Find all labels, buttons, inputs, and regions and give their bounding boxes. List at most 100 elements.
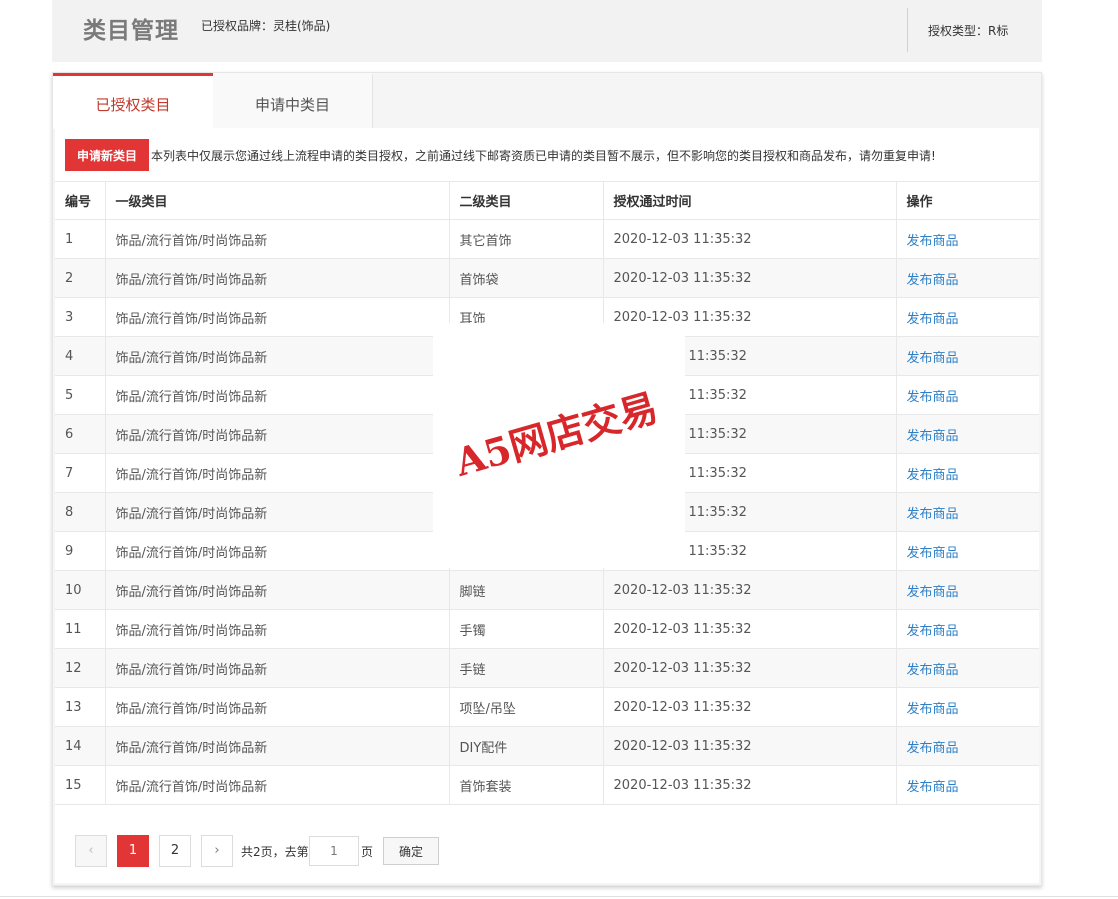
cell-approval-time: 2020-12-03 11:35:32 — [602, 648, 896, 688]
cell-secondary-category: 手镯 — [448, 609, 603, 649]
cell-number: 7 — [55, 453, 105, 493]
cell-number: 5 — [55, 375, 105, 415]
publish-product-link[interactable]: 发布商品 — [907, 507, 959, 522]
cell-approval-time: 2020-12-03 11:35:32 — [602, 609, 896, 649]
publish-product-link[interactable]: 发布商品 — [907, 702, 959, 717]
table-header-row: 编号 一级类目 二级类目 授权通过时间 操作 — [55, 181, 1039, 220]
cell-primary-category: 饰品/流行首饰/时尚饰品新 — [104, 375, 449, 415]
cell-action: 发布商品 — [895, 492, 1039, 532]
cell-primary-category: 饰品/流行首饰/时尚饰品新 — [104, 609, 449, 649]
table-row: 13 饰品/流行首饰/时尚饰品新 项坠/吊坠 2020-12-03 11:35:32 发… — [55, 687, 1039, 727]
header-divider — [907, 8, 908, 52]
publish-product-link[interactable]: 发布商品 — [907, 351, 959, 366]
cell-secondary-category: 脚链 — [448, 570, 603, 610]
cell-primary-category: 饰品/流行首饰/时尚饰品新 — [104, 414, 449, 454]
publish-product-link[interactable]: 发布商品 — [907, 429, 959, 444]
goto-page-input[interactable] — [309, 836, 359, 866]
goto-page-confirm-button[interactable]: 确定 — [383, 837, 439, 865]
cell-secondary-category: 项坠/吊坠 — [448, 687, 603, 727]
cell-action: 发布商品 — [895, 609, 1039, 649]
cell-action: 发布商品 — [895, 297, 1039, 337]
table-row: 1 饰品/流行首饰/时尚饰品新 其它首饰 2020-12-03 11:35:32 发布商… — [55, 219, 1039, 259]
cell-approval-time: 2020-12-03 11:35:32 — [602, 570, 896, 610]
column-header-secondary-category: 二级类目 — [448, 181, 603, 220]
cell-number: 6 — [55, 414, 105, 454]
column-header-primary-category: 一级类目 — [104, 181, 449, 220]
cell-action: 发布商品 — [895, 726, 1039, 766]
cell-number: 8 — [55, 492, 105, 532]
publish-product-link[interactable]: 发布商品 — [907, 312, 959, 327]
cell-secondary-category: 手链 — [448, 648, 603, 688]
cell-number: 13 — [55, 687, 105, 727]
cell-primary-category: 饰品/流行首饰/时尚饰品新 — [104, 336, 449, 376]
publish-product-link[interactable]: 发布商品 — [907, 741, 959, 756]
publish-product-link[interactable]: 发布商品 — [907, 234, 959, 249]
column-header-action: 操作 — [895, 181, 1039, 220]
cell-number: 14 — [55, 726, 105, 766]
total-pages-label: 共2页，去第 — [241, 845, 309, 859]
cell-action: 发布商品 — [895, 219, 1039, 259]
column-header-approval-time: 授权通过时间 — [602, 181, 896, 220]
cell-number: 11 — [55, 609, 105, 649]
cell-primary-category: 饰品/流行首饰/时尚饰品新 — [104, 492, 449, 532]
cell-secondary-category: DIY配件 — [448, 726, 603, 766]
table-row: 2 饰品/流行首饰/时尚饰品新 首饰袋 2020-12-03 11:35:32 发布商品 — [55, 258, 1039, 298]
cell-action: 发布商品 — [895, 765, 1039, 805]
column-header-number: 编号 — [55, 181, 105, 220]
cell-approval-time: 2020-12-03 11:35:32 — [602, 219, 896, 259]
page-button-1[interactable]: 1 — [117, 835, 149, 867]
cell-action: 发布商品 — [895, 648, 1039, 688]
cell-primary-category: 饰品/流行首饰/时尚饰品新 — [104, 258, 449, 298]
cell-action: 发布商品 — [895, 453, 1039, 493]
cell-approval-time: 2020-12-03 11:35:32 — [602, 765, 896, 805]
cell-number: 12 — [55, 648, 105, 688]
cell-action: 发布商品 — [895, 258, 1039, 298]
cell-action: 发布商品 — [895, 570, 1039, 610]
page-header: 类目管理 已授权品牌：灵桂(饰品) 授权类型：R标 — [52, 0, 1042, 62]
cell-primary-category: 饰品/流行首饰/时尚饰品新 — [104, 531, 449, 571]
cell-number: 1 — [55, 219, 105, 259]
publish-product-link[interactable]: 发布商品 — [907, 624, 959, 639]
cell-secondary-category: 其它首饰 — [448, 219, 603, 259]
prev-page-icon[interactable]: ‹ — [75, 835, 107, 867]
cell-number: 2 — [55, 258, 105, 298]
cell-number: 15 — [55, 765, 105, 805]
cell-secondary-category: 首饰套装 — [448, 765, 603, 805]
cell-primary-category: 饰品/流行首饰/时尚饰品新 — [104, 453, 449, 493]
cell-action: 发布商品 — [895, 687, 1039, 727]
cell-primary-category: 饰品/流行首饰/时尚饰品新 — [104, 726, 449, 766]
apply-new-category-button[interactable]: 申请新类目 — [65, 139, 149, 171]
cell-approval-time: 2020-12-03 11:35:32 — [602, 687, 896, 727]
authorization-type: 授权类型：R标 — [928, 24, 1009, 38]
page-unit-label: 页 — [361, 845, 374, 859]
cell-primary-category: 饰品/流行首饰/时尚饰品新 — [104, 765, 449, 805]
bottom-divider — [0, 896, 1118, 897]
cell-secondary-category: 首饰袋 — [448, 258, 603, 298]
tab-authorized-categories[interactable]: 已授权类目 — [53, 73, 213, 129]
cell-number: 10 — [55, 570, 105, 610]
cell-number: 4 — [55, 336, 105, 376]
cell-number: 3 — [55, 297, 105, 337]
cell-approval-time: 2020-12-03 11:35:32 — [602, 726, 896, 766]
page-title: 类目管理 — [83, 18, 179, 44]
page-button-2[interactable]: 2 — [159, 835, 191, 867]
cell-number: 9 — [55, 531, 105, 571]
cell-primary-category: 饰品/流行首饰/时尚饰品新 — [104, 219, 449, 259]
cell-action: 发布商品 — [895, 414, 1039, 454]
cell-approval-time: 2020-12-03 11:35:32 — [602, 258, 896, 298]
cell-primary-category: 饰品/流行首饰/时尚饰品新 — [104, 297, 449, 337]
publish-product-link[interactable]: 发布商品 — [907, 390, 959, 405]
publish-product-link[interactable]: 发布商品 — [907, 585, 959, 600]
table-row: 12 饰品/流行首饰/时尚饰品新 手链 2020-12-03 11:35:32 发布商品 — [55, 648, 1039, 688]
next-page-icon[interactable]: › — [201, 835, 233, 867]
publish-product-link[interactable]: 发布商品 — [907, 273, 959, 288]
publish-product-link[interactable]: 发布商品 — [907, 546, 959, 561]
publish-product-link[interactable]: 发布商品 — [907, 780, 959, 795]
table-row: 11 饰品/流行首饰/时尚饰品新 手镯 2020-12-03 11:35:32 发布商品 — [55, 609, 1039, 649]
cell-primary-category: 饰品/流行首饰/时尚饰品新 — [104, 687, 449, 727]
publish-product-link[interactable]: 发布商品 — [907, 663, 959, 678]
publish-product-link[interactable]: 发布商品 — [907, 468, 959, 483]
tab-pending-categories[interactable]: 申请中类目 — [213, 73, 373, 128]
cell-action: 发布商品 — [895, 531, 1039, 571]
notice-text: 本列表中仅展示您通过线上流程申请的类目授权，之前通过线下邮寄资质已申请的类目暂不… — [151, 149, 936, 163]
